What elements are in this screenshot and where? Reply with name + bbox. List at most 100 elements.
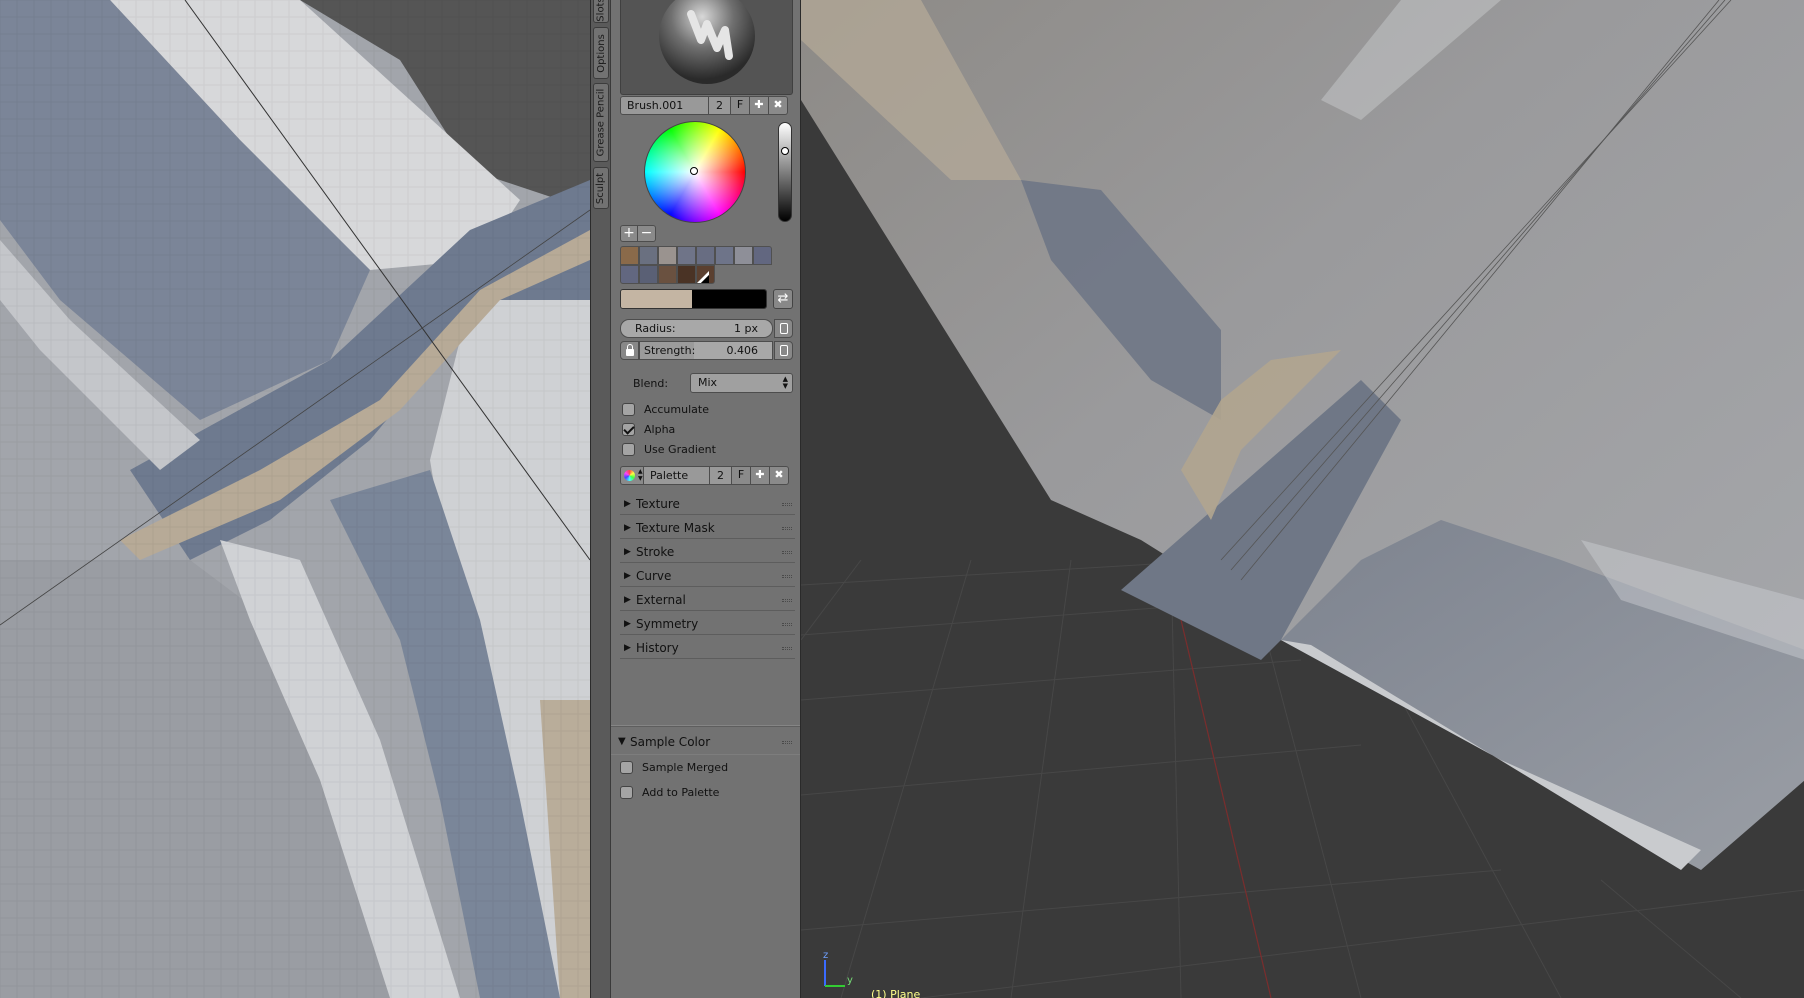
panel-stroke[interactable]: ▶ Stroke xyxy=(620,542,795,563)
panel-sample-color[interactable]: ▼ Sample Color xyxy=(611,731,800,755)
alpha-label: Alpha xyxy=(644,423,676,436)
brush-unlink-button[interactable]: ✖ xyxy=(769,96,788,115)
brush-preview[interactable] xyxy=(620,0,793,95)
strength-slider[interactable]: Strength: 0.406 xyxy=(639,341,773,360)
tool-shelf-tabs: Slots Options Grease Pencil Sculpt xyxy=(590,0,611,998)
use-gradient-option[interactable]: Use Gradient xyxy=(622,443,716,456)
minus-icon: − xyxy=(640,225,653,241)
add-to-palette-option[interactable]: Add to Palette xyxy=(620,786,719,799)
palette-swatch-active[interactable] xyxy=(696,265,715,284)
palette-swatch[interactable] xyxy=(620,246,639,265)
palette-swatch[interactable] xyxy=(677,246,696,265)
brush-new-button[interactable]: ✚ xyxy=(750,96,769,115)
palette-swatch[interactable] xyxy=(696,246,715,265)
panel-external[interactable]: ▶ External xyxy=(620,590,795,611)
zoomed-texture-pixels xyxy=(0,0,590,998)
alpha-checkbox[interactable] xyxy=(622,423,635,436)
palette-browse-button[interactable]: ▲ ▼ xyxy=(620,466,644,485)
panel-texture-mask[interactable]: ▶ Texture Mask xyxy=(620,518,795,539)
alpha-option[interactable]: Alpha xyxy=(622,423,675,436)
primary-color-swatch[interactable] xyxy=(621,290,692,308)
palette-swatch[interactable] xyxy=(715,246,734,265)
color-value-slider[interactable] xyxy=(778,122,792,222)
palette-swatch[interactable] xyxy=(639,265,658,284)
brush-sphere-icon xyxy=(659,0,755,84)
strength-lock-button[interactable] xyxy=(620,341,639,360)
use-gradient-checkbox[interactable] xyxy=(622,443,635,456)
accumulate-checkbox[interactable] xyxy=(622,403,635,416)
palette-swatch[interactable] xyxy=(658,265,677,284)
drag-grip-icon[interactable] xyxy=(782,551,792,554)
axis-z-label: z xyxy=(823,950,828,961)
color-field[interactable] xyxy=(620,289,767,309)
active-swatch-marker-icon xyxy=(697,271,709,283)
brush-name-field[interactable]: Brush.001 xyxy=(620,96,709,115)
palette-add-color-button[interactable]: + xyxy=(620,225,638,242)
palette-swatch[interactable] xyxy=(658,246,677,265)
use-gradient-label: Use Gradient xyxy=(644,443,716,456)
color-wheel[interactable] xyxy=(644,121,746,223)
drag-grip-icon[interactable] xyxy=(782,741,792,744)
drag-grip-icon[interactable] xyxy=(782,599,792,602)
shelf-region-divider[interactable] xyxy=(611,725,800,727)
add-to-palette-checkbox[interactable] xyxy=(620,786,633,799)
palette-swatch[interactable] xyxy=(677,265,696,284)
3d-viewport[interactable]: z y (1) Plane xyxy=(800,0,1804,998)
sample-merged-checkbox[interactable] xyxy=(620,761,633,774)
palette-datablock: ▲ ▼ Palette 2 F ✚ ✖ xyxy=(620,466,789,485)
drag-grip-icon[interactable] xyxy=(782,503,792,506)
blend-mode-value: Mix xyxy=(698,376,718,389)
palette-unlink-button[interactable]: ✖ xyxy=(770,466,789,485)
palette-swatch[interactable] xyxy=(639,246,658,265)
brush-users-count[interactable]: 2 xyxy=(709,96,731,115)
tab-options[interactable]: Options xyxy=(593,27,609,79)
3d-scene: z y xyxy=(801,0,1804,998)
palette-new-button[interactable]: ✚ xyxy=(751,466,770,485)
expand-triangle-icon: ▶ xyxy=(624,643,631,653)
radius-pressure-button[interactable] xyxy=(774,319,793,338)
brush-datablock: Brush.001 2 F ✚ ✖ xyxy=(620,96,788,115)
panel-curve[interactable]: ▶ Curve xyxy=(620,566,795,587)
color-wheel-cursor[interactable] xyxy=(690,167,698,175)
collapse-triangle-icon: ▼ xyxy=(618,736,626,747)
tool-shelf-panel: Brush.001 2 F ✚ ✖ + − ⇄ Radius: 1 px Str… xyxy=(611,0,800,998)
secondary-color-swatch[interactable] xyxy=(692,290,766,308)
tab-slots[interactable]: Slots xyxy=(593,0,609,23)
panel-symmetry[interactable]: ▶ Symmetry xyxy=(620,614,795,635)
sample-merged-option[interactable]: Sample Merged xyxy=(620,761,728,774)
image-editor-viewport[interactable] xyxy=(0,0,590,998)
palette-swatch[interactable] xyxy=(620,265,639,284)
accumulate-label: Accumulate xyxy=(644,403,709,416)
palette-users-count[interactable]: 2 xyxy=(710,466,732,485)
brush-fake-user-button[interactable]: F xyxy=(731,96,750,115)
drag-grip-icon[interactable] xyxy=(782,647,792,650)
drag-grip-icon[interactable] xyxy=(782,623,792,626)
palette-icon xyxy=(624,470,635,481)
panel-history[interactable]: ▶ History xyxy=(620,638,795,659)
panel-texture[interactable]: ▶ Texture xyxy=(620,494,795,515)
blend-mode-select[interactable]: Mix ▲ ▼ xyxy=(690,373,793,393)
expand-triangle-icon: ▶ xyxy=(624,571,631,581)
value-slider-cursor[interactable] xyxy=(781,147,789,155)
axis-y-label: y xyxy=(847,975,853,986)
tab-sculpt[interactable]: Sculpt xyxy=(593,167,609,209)
blend-label: Blend: xyxy=(633,377,669,390)
plus-icon: + xyxy=(623,225,635,241)
palette-swatches xyxy=(620,246,782,286)
tablet-pressure-icon xyxy=(780,345,788,356)
palette-fake-user-button[interactable]: F xyxy=(732,466,751,485)
palette-remove-color-button[interactable]: − xyxy=(638,225,656,242)
strength-pressure-button[interactable] xyxy=(774,341,793,360)
palette-swatch[interactable] xyxy=(734,246,753,265)
sample-merged-label: Sample Merged xyxy=(642,761,729,774)
radius-slider[interactable]: Radius: 1 px xyxy=(620,319,773,338)
accumulate-option[interactable]: Accumulate xyxy=(622,403,709,416)
swap-colors-button[interactable]: ⇄ xyxy=(773,289,793,309)
tab-grease-pencil[interactable]: Grease Pencil xyxy=(593,83,609,162)
radius-label: Radius: xyxy=(635,322,676,335)
drag-grip-icon[interactable] xyxy=(782,527,792,530)
palette-name-field[interactable]: Palette xyxy=(644,466,710,485)
palette-swatch[interactable] xyxy=(753,246,772,265)
drag-grip-icon[interactable] xyxy=(782,575,792,578)
plus-icon: ✚ xyxy=(755,468,765,481)
